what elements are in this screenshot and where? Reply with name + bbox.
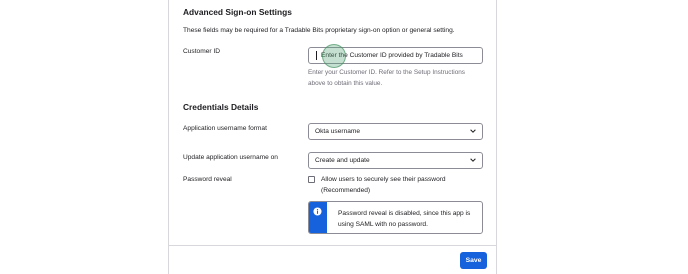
password-reveal-checkbox[interactable]	[308, 176, 315, 183]
advanced-sign-on-title: Advanced Sign-on Settings	[183, 7, 292, 17]
footer-divider	[169, 245, 496, 246]
username-format-label: Application username format	[183, 125, 267, 132]
settings-panel: Advanced Sign-on Settings These fields m…	[168, 0, 497, 274]
chevron-down-icon	[470, 129, 476, 133]
credentials-title: Credentials Details	[183, 102, 259, 112]
advanced-sign-on-description: These fields may be required for a Trada…	[183, 27, 455, 34]
password-reveal-checkbox-label[interactable]: Allow users to securely see their passwo…	[321, 174, 481, 196]
username-format-value: Okta username	[315, 128, 361, 135]
update-username-select[interactable]: Create and update	[308, 152, 483, 169]
update-username-label: Update application username on	[183, 154, 278, 161]
customer-id-help: Enter your Customer ID. Refer to the Set…	[308, 69, 465, 87]
password-reveal-label: Password reveal	[183, 176, 232, 183]
customer-id-label: Customer ID	[183, 48, 221, 55]
text-caret	[316, 51, 317, 60]
username-format-select[interactable]: Okta username	[308, 123, 483, 140]
chevron-down-icon	[470, 158, 476, 162]
save-button[interactable]: Save	[460, 252, 487, 269]
click-indicator	[322, 44, 346, 68]
password-reveal-info-text: Password reveal is disabled, since this …	[338, 210, 471, 228]
info-icon	[313, 207, 322, 216]
info-bar	[309, 202, 327, 233]
password-reveal-info: Password reveal is disabled, since this …	[308, 201, 483, 234]
update-username-value: Create and update	[315, 157, 370, 164]
